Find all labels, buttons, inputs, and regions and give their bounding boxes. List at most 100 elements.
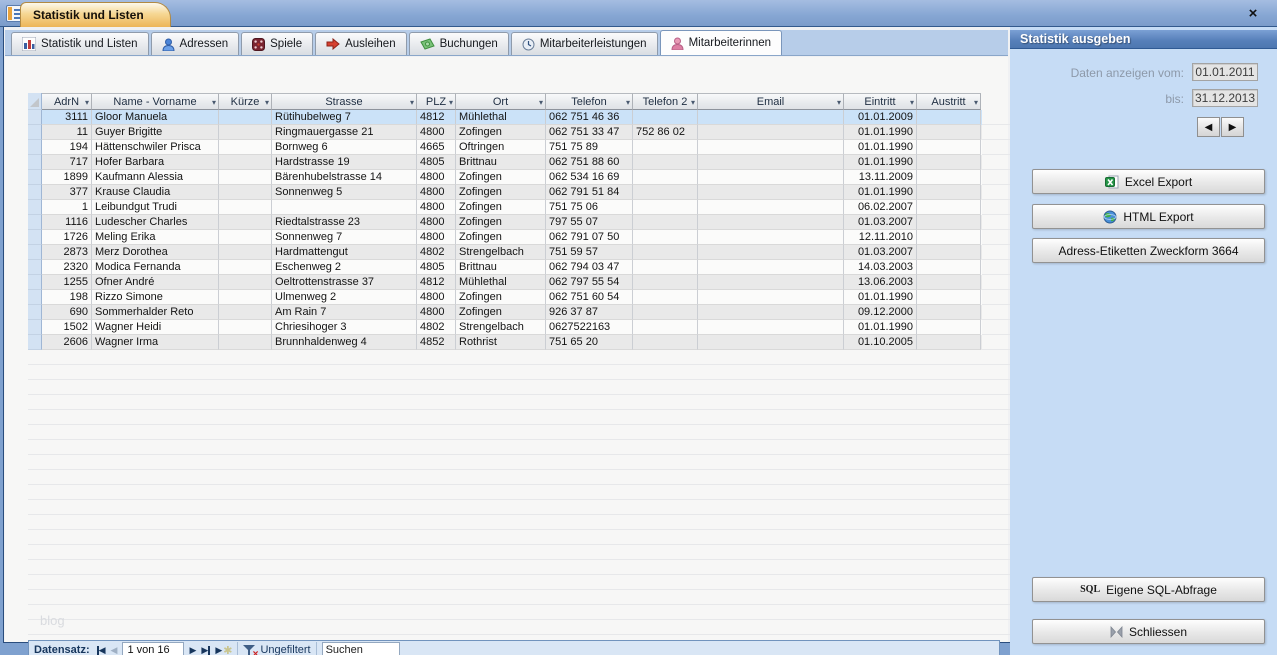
cell[interactable]: Bärenhubelstrasse 14 <box>272 170 417 185</box>
close-form-button[interactable]: Schliessen <box>1032 619 1265 644</box>
cell[interactable] <box>219 230 272 245</box>
cell[interactable]: 4800 <box>417 185 456 200</box>
cell[interactable]: 752 86 02 <box>633 125 698 140</box>
cell[interactable] <box>698 335 844 350</box>
cell[interactable]: Chriesihoger 3 <box>272 320 417 335</box>
cell[interactable] <box>917 230 981 245</box>
cell[interactable] <box>917 185 981 200</box>
cell[interactable] <box>219 305 272 320</box>
cell[interactable]: Leibundgut Trudi <box>92 200 219 215</box>
cell[interactable]: 2606 <box>42 335 92 350</box>
cell[interactable]: Krause Claudia <box>92 185 219 200</box>
address-labels-button[interactable]: Adress-Etiketten Zweckform 3664 <box>1032 238 1265 263</box>
cell[interactable]: 1 <box>42 200 92 215</box>
column-header-telefon2[interactable]: Telefon 2 ▾ <box>633 93 698 110</box>
cell[interactable]: Zofingen <box>456 200 546 215</box>
cell[interactable]: Oftringen <box>456 140 546 155</box>
cell[interactable]: 13.11.2009 <box>844 170 917 185</box>
cell[interactable] <box>633 335 698 350</box>
cell[interactable] <box>698 185 844 200</box>
cell[interactable]: Am Rain 7 <box>272 305 417 320</box>
cell[interactable]: 1502 <box>42 320 92 335</box>
cell[interactable]: 198 <box>42 290 92 305</box>
cell[interactable]: 4802 <box>417 245 456 260</box>
cell[interactable]: Riedtalstrasse 23 <box>272 215 417 230</box>
cell[interactable]: Zofingen <box>456 215 546 230</box>
cell[interactable]: 12.11.2010 <box>844 230 917 245</box>
search-input[interactable] <box>321 642 400 655</box>
cell[interactable]: 062 794 03 47 <box>546 260 633 275</box>
previous-period-button[interactable]: ◀ <box>1197 117 1220 137</box>
cell[interactable] <box>633 290 698 305</box>
column-header-austritt[interactable]: Austritt ▾ <box>917 93 981 110</box>
close-icon[interactable]: × <box>1243 3 1263 23</box>
row-selector[interactable] <box>28 275 42 290</box>
cell[interactable] <box>219 200 272 215</box>
cell[interactable]: 01.01.1990 <box>844 320 917 335</box>
cell[interactable]: Zofingen <box>456 290 546 305</box>
cell[interactable]: 4812 <box>417 110 456 125</box>
cell[interactable]: 062 751 33 47 <box>546 125 633 140</box>
cell[interactable]: 4802 <box>417 320 456 335</box>
next-record-icon[interactable]: ▶ <box>189 645 196 655</box>
cell[interactable]: Zofingen <box>456 125 546 140</box>
cell[interactable]: Rothrist <box>456 335 546 350</box>
cell[interactable]: 4800 <box>417 215 456 230</box>
cell[interactable] <box>633 155 698 170</box>
tab-statistik-und-listen[interactable]: Statistik und Listen <box>11 32 149 55</box>
column-header-strasse[interactable]: Strasse ▾ <box>272 93 417 110</box>
row-selector[interactable] <box>28 200 42 215</box>
cell[interactable] <box>219 110 272 125</box>
cell[interactable]: 4800 <box>417 125 456 140</box>
cell[interactable]: 01.01.1990 <box>844 290 917 305</box>
cell[interactable]: 4800 <box>417 230 456 245</box>
cell[interactable]: 1726 <box>42 230 92 245</box>
row-selector[interactable] <box>28 125 42 140</box>
cell[interactable]: 11 <box>42 125 92 140</box>
tab-adressen[interactable]: Adressen <box>150 32 240 55</box>
cell[interactable]: 0627522163 <box>546 320 633 335</box>
cell[interactable] <box>698 260 844 275</box>
column-header-eintritt[interactable]: Eintritt ▾ <box>844 93 917 110</box>
column-header-name[interactable]: Name - Vorname ▾ <box>92 93 219 110</box>
previous-record-icon[interactable]: ◀ <box>111 645 118 655</box>
cell[interactable]: 2873 <box>42 245 92 260</box>
cell[interactable] <box>698 275 844 290</box>
cell[interactable]: Ludescher Charles <box>92 215 219 230</box>
cell[interactable]: 13.06.2003 <box>844 275 917 290</box>
cell[interactable]: 1116 <box>42 215 92 230</box>
row-selector[interactable] <box>28 290 42 305</box>
row-selector[interactable] <box>28 260 42 275</box>
row-selector[interactable] <box>28 245 42 260</box>
cell[interactable]: Brittnau <box>456 155 546 170</box>
cell[interactable] <box>698 305 844 320</box>
cell[interactable] <box>219 335 272 350</box>
cell[interactable]: Sommerhalder Reto <box>92 305 219 320</box>
document-tab[interactable]: Statistik und Listen <box>20 2 171 27</box>
date-to-field[interactable]: 31.12.2013 <box>1192 89 1258 107</box>
cell[interactable]: Hardstrasse 19 <box>272 155 417 170</box>
cell[interactable]: Zofingen <box>456 305 546 320</box>
cell[interactable]: Kaufmann Alessia <box>92 170 219 185</box>
cell[interactable] <box>917 320 981 335</box>
cell[interactable] <box>633 230 698 245</box>
cell[interactable]: Rütihubelweg 7 <box>272 110 417 125</box>
row-selector[interactable] <box>28 305 42 320</box>
cell[interactable]: 01.01.1990 <box>844 125 917 140</box>
cell[interactable]: 1255 <box>42 275 92 290</box>
tab-buchungen[interactable]: Buchungen <box>408 32 509 55</box>
cell[interactable] <box>917 260 981 275</box>
cell[interactable]: Strengelbach <box>456 320 546 335</box>
cell[interactable]: 01.01.1990 <box>844 140 917 155</box>
cell[interactable]: 690 <box>42 305 92 320</box>
new-record-icon[interactable]: ▶ ✱ <box>215 644 232 655</box>
cell[interactable]: 4800 <box>417 290 456 305</box>
cell[interactable] <box>633 140 698 155</box>
cell[interactable]: Eschenweg 2 <box>272 260 417 275</box>
cell[interactable]: 09.12.2000 <box>844 305 917 320</box>
cell[interactable]: Hofer Barbara <box>92 155 219 170</box>
cell[interactable]: Modica Fernanda <box>92 260 219 275</box>
cell[interactable] <box>633 170 698 185</box>
cell[interactable]: Zofingen <box>456 170 546 185</box>
tab-spiele[interactable]: Spiele <box>241 32 314 55</box>
